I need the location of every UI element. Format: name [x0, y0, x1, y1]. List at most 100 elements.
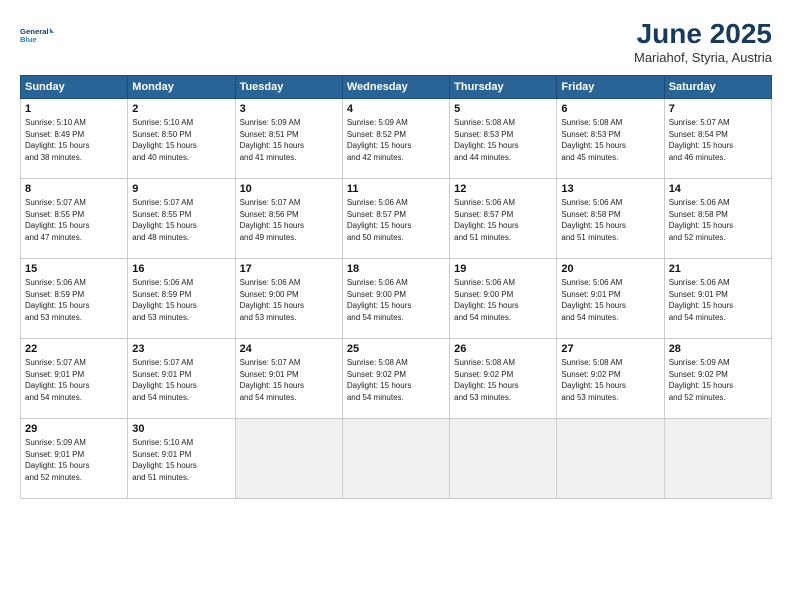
- day-number: 8: [25, 183, 123, 195]
- calendar-cell: 3 Sunrise: 5:09 AM Sunset: 8:51 PM Daylig…: [235, 99, 342, 179]
- day-info: Sunrise: 5:08 AM Sunset: 9:02 PM Dayligh…: [347, 357, 445, 403]
- day-number: 20: [561, 263, 659, 275]
- day-number: 21: [669, 263, 767, 275]
- calendar-cell: 22Sunrise: 5:07 AM Sunset: 9:01 PM Dayli…: [21, 339, 128, 419]
- day-info: Sunrise: 5:07 AM Sunset: 8:55 PM Dayligh…: [25, 197, 123, 243]
- day-number: 26: [454, 343, 552, 355]
- location: Mariahof, Styria, Austria: [634, 50, 772, 65]
- weekday-header: Thursday: [450, 76, 557, 99]
- header: General Blue June 2025 Mariahof, Styria,…: [20, 18, 772, 65]
- day-number: 11: [347, 183, 445, 195]
- weekday-header: Sunday: [21, 76, 128, 99]
- calendar-cell: [342, 419, 449, 499]
- day-info: Sunrise: 5:07 AM Sunset: 8:56 PM Dayligh…: [240, 197, 338, 243]
- calendar-cell: 11 Sunrise: 5:06 AM Sunset: 8:57 PM Dayli…: [342, 179, 449, 259]
- day-number: 28: [669, 343, 767, 355]
- calendar-cell: 1Sunrise: 5:10 AM Sunset: 8:49 PM Daylig…: [21, 99, 128, 179]
- day-number: 1: [25, 103, 123, 115]
- month-title: June 2025: [634, 18, 772, 50]
- day-info: Sunrise: 5:06 AM Sunset: 8:57 PM Dayligh…: [454, 197, 552, 243]
- calendar-row: 22Sunrise: 5:07 AM Sunset: 9:01 PM Dayli…: [21, 339, 772, 419]
- calendar-cell: 23Sunrise: 5:07 AM Sunset: 9:01 PM Dayli…: [128, 339, 235, 419]
- calendar-cell: [557, 419, 664, 499]
- calendar-row: 1Sunrise: 5:10 AM Sunset: 8:49 PM Daylig…: [21, 99, 772, 179]
- day-number: 4: [347, 103, 445, 115]
- calendar-cell: 24 Sunrise: 5:07 AM Sunset: 9:01 PM Dayli…: [235, 339, 342, 419]
- title-block: June 2025 Mariahof, Styria, Austria: [634, 18, 772, 65]
- day-info: Sunrise: 5:06 AM Sunset: 8:59 PM Dayligh…: [132, 277, 230, 323]
- calendar-cell: 14Sunrise: 5:06 AM Sunset: 8:58 PM Dayli…: [664, 179, 771, 259]
- day-info: Sunrise: 5:08 AM Sunset: 8:53 PM Dayligh…: [454, 117, 552, 163]
- logo-icon: General Blue: [20, 18, 56, 54]
- calendar-cell: 17 Sunrise: 5:06 AM Sunset: 9:00 PM Dayli…: [235, 259, 342, 339]
- day-info: Sunrise: 5:07 AM Sunset: 8:54 PM Dayligh…: [669, 117, 767, 163]
- calendar-cell: 8 Sunrise: 5:07 AM Sunset: 8:55 PM Daylig…: [21, 179, 128, 259]
- day-info: Sunrise: 5:08 AM Sunset: 9:02 PM Dayligh…: [561, 357, 659, 403]
- calendar-cell: 2 Sunrise: 5:10 AM Sunset: 8:50 PM Daylig…: [128, 99, 235, 179]
- day-info: Sunrise: 5:07 AM Sunset: 8:55 PM Dayligh…: [132, 197, 230, 243]
- day-info: Sunrise: 5:06 AM Sunset: 9:01 PM Dayligh…: [561, 277, 659, 323]
- day-info: Sunrise: 5:08 AM Sunset: 8:53 PM Dayligh…: [561, 117, 659, 163]
- day-info: Sunrise: 5:09 AM Sunset: 8:52 PM Dayligh…: [347, 117, 445, 163]
- day-info: Sunrise: 5:09 AM Sunset: 9:02 PM Dayligh…: [669, 357, 767, 403]
- weekday-header: Monday: [128, 76, 235, 99]
- calendar-cell: 10 Sunrise: 5:07 AM Sunset: 8:56 PM Dayli…: [235, 179, 342, 259]
- day-info: Sunrise: 5:07 AM Sunset: 9:01 PM Dayligh…: [240, 357, 338, 403]
- weekday-header-row: SundayMondayTuesdayWednesdayThursdayFrid…: [21, 76, 772, 99]
- day-number: 30: [132, 423, 230, 435]
- day-info: Sunrise: 5:06 AM Sunset: 9:00 PM Dayligh…: [347, 277, 445, 323]
- calendar-row: 15 Sunrise: 5:06 AM Sunset: 8:59 PM Dayli…: [21, 259, 772, 339]
- svg-text:General: General: [20, 27, 49, 36]
- calendar-cell: [235, 419, 342, 499]
- day-number: 16: [132, 263, 230, 275]
- day-info: Sunrise: 5:09 AM Sunset: 9:01 PM Dayligh…: [25, 437, 123, 483]
- day-number: 12: [454, 183, 552, 195]
- day-info: Sunrise: 5:06 AM Sunset: 8:58 PM Dayligh…: [561, 197, 659, 243]
- calendar-row: 8 Sunrise: 5:07 AM Sunset: 8:55 PM Daylig…: [21, 179, 772, 259]
- calendar-cell: 27Sunrise: 5:08 AM Sunset: 9:02 PM Dayli…: [557, 339, 664, 419]
- day-info: Sunrise: 5:06 AM Sunset: 8:57 PM Dayligh…: [347, 197, 445, 243]
- day-number: 10: [240, 183, 338, 195]
- calendar-cell: 30 Sunrise: 5:10 AM Sunset: 9:01 PM Dayli…: [128, 419, 235, 499]
- day-info: Sunrise: 5:06 AM Sunset: 8:59 PM Dayligh…: [25, 277, 123, 323]
- calendar-cell: 19Sunrise: 5:06 AM Sunset: 9:00 PM Dayli…: [450, 259, 557, 339]
- day-number: 9: [132, 183, 230, 195]
- calendar-cell: 12 Sunrise: 5:06 AM Sunset: 8:57 PM Dayli…: [450, 179, 557, 259]
- day-number: 5: [454, 103, 552, 115]
- calendar-cell: 18 Sunrise: 5:06 AM Sunset: 9:00 PM Dayli…: [342, 259, 449, 339]
- day-number: 18: [347, 263, 445, 275]
- day-info: Sunrise: 5:09 AM Sunset: 8:51 PM Dayligh…: [240, 117, 338, 163]
- day-number: 17: [240, 263, 338, 275]
- calendar-cell: 29 Sunrise: 5:09 AM Sunset: 9:01 PM Dayli…: [21, 419, 128, 499]
- weekday-header: Saturday: [664, 76, 771, 99]
- calendar-page: General Blue June 2025 Mariahof, Styria,…: [0, 0, 792, 612]
- day-number: 19: [454, 263, 552, 275]
- day-number: 29: [25, 423, 123, 435]
- day-info: Sunrise: 5:06 AM Sunset: 9:00 PM Dayligh…: [240, 277, 338, 323]
- day-number: 3: [240, 103, 338, 115]
- day-info: Sunrise: 5:10 AM Sunset: 9:01 PM Dayligh…: [132, 437, 230, 483]
- calendar-cell: 7Sunrise: 5:07 AM Sunset: 8:54 PM Daylig…: [664, 99, 771, 179]
- calendar-table: SundayMondayTuesdayWednesdayThursdayFrid…: [20, 75, 772, 499]
- calendar-cell: [664, 419, 771, 499]
- calendar-cell: 9 Sunrise: 5:07 AM Sunset: 8:55 PM Daylig…: [128, 179, 235, 259]
- calendar-cell: 26Sunrise: 5:08 AM Sunset: 9:02 PM Dayli…: [450, 339, 557, 419]
- day-number: 15: [25, 263, 123, 275]
- calendar-cell: 15 Sunrise: 5:06 AM Sunset: 8:59 PM Dayli…: [21, 259, 128, 339]
- calendar-cell: 25Sunrise: 5:08 AM Sunset: 9:02 PM Dayli…: [342, 339, 449, 419]
- day-info: Sunrise: 5:06 AM Sunset: 9:01 PM Dayligh…: [669, 277, 767, 323]
- calendar-cell: 20 Sunrise: 5:06 AM Sunset: 9:01 PM Dayli…: [557, 259, 664, 339]
- day-info: Sunrise: 5:07 AM Sunset: 9:01 PM Dayligh…: [132, 357, 230, 403]
- day-number: 13: [561, 183, 659, 195]
- day-number: 24: [240, 343, 338, 355]
- weekday-header: Tuesday: [235, 76, 342, 99]
- day-number: 2: [132, 103, 230, 115]
- day-number: 6: [561, 103, 659, 115]
- calendar-cell: 6 Sunrise: 5:08 AM Sunset: 8:53 PM Daylig…: [557, 99, 664, 179]
- weekday-header: Friday: [557, 76, 664, 99]
- calendar-cell: 13 Sunrise: 5:06 AM Sunset: 8:58 PM Dayli…: [557, 179, 664, 259]
- day-info: Sunrise: 5:10 AM Sunset: 8:50 PM Dayligh…: [132, 117, 230, 163]
- weekday-header: Wednesday: [342, 76, 449, 99]
- calendar-cell: 5 Sunrise: 5:08 AM Sunset: 8:53 PM Daylig…: [450, 99, 557, 179]
- day-info: Sunrise: 5:06 AM Sunset: 8:58 PM Dayligh…: [669, 197, 767, 243]
